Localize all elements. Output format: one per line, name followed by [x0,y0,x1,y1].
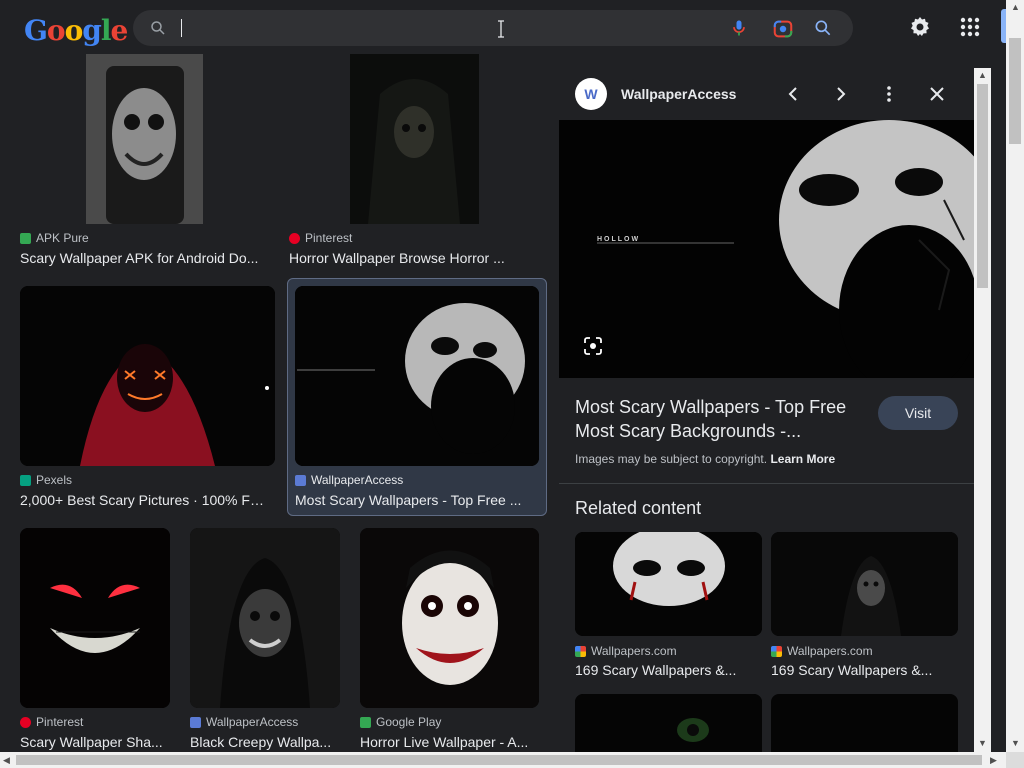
related-source: Wallpapers.com [575,644,677,658]
favicon-icon [771,645,782,657]
scroll-left-icon[interactable]: ◀ [3,755,10,765]
favicon-icon [289,232,300,244]
related-thumb[interactable] [771,694,958,752]
logo-letter: o [64,14,84,47]
preview-panel: W WallpaperAccess HOLLOW Most Scary Wall… [559,68,974,752]
site-avatar[interactable]: W [575,78,607,110]
favicon-icon [295,474,306,486]
search-input[interactable] [179,14,739,42]
result-title-4[interactable]: Most Scary Wallpapers - Top Free ... [295,492,523,508]
result-source-1[interactable]: APK Pure [20,231,89,245]
search-button-icon[interactable] [813,18,833,38]
previous-icon[interactable] [783,84,803,104]
related-source: Wallpapers.com [771,644,873,658]
search-box[interactable] [133,10,853,46]
apps-icon[interactable] [958,15,982,39]
result-source-5[interactable]: Pinterest [20,715,83,729]
scroll-up-icon[interactable]: ▲ [978,70,987,80]
related-title[interactable]: 169 Scary Wallpapers &... [771,662,932,678]
scroll-down-icon[interactable]: ▼ [978,738,987,748]
result-thumb-7[interactable] [360,528,539,708]
next-icon[interactable] [831,84,851,104]
logo-letter: l [100,14,112,47]
lens-icon[interactable] [772,18,794,40]
result-title-6[interactable]: Black Creepy Wallpa... [190,734,335,750]
search-icon [151,21,165,35]
result-source-2[interactable]: Pinterest [289,231,352,245]
ibeam-cursor-icon [498,20,504,38]
scrollbar-corner [1006,752,1024,768]
result-title-7[interactable]: Horror Live Wallpaper - A... [360,734,535,750]
result-title-2[interactable]: Horror Wallpaper Browse Horror ... [289,250,539,266]
related-thumb[interactable] [575,694,762,752]
favicon-icon [20,474,31,486]
result-thumb-1[interactable] [86,54,203,224]
preview-header: W WallpaperAccess [559,68,974,120]
window-scroll-thumb[interactable] [1009,38,1021,144]
result-thumb-3[interactable] [20,286,275,466]
related-thumb[interactable] [575,532,762,636]
close-icon[interactable] [927,84,947,104]
svg-text:W: W [584,86,598,102]
text-cursor [181,19,182,37]
gear-icon[interactable] [908,15,932,39]
logo-letter: G [24,14,48,47]
logo-letter: g [82,14,102,47]
favicon-icon [20,232,31,244]
site-name[interactable]: WallpaperAccess [621,86,736,102]
result-source-7[interactable]: Google Play [360,715,441,729]
logo-letter: e [110,14,129,47]
scroll-down-icon[interactable]: ▼ [1011,738,1020,748]
horizontal-scroll-thumb[interactable] [16,755,982,765]
window-scrollbar[interactable]: ▲ ▼ [1006,0,1024,752]
google-logo[interactable]: Google [24,14,129,48]
favicon-icon [360,716,371,728]
preview-title[interactable]: Most Scary Wallpapers - Top Free Most Sc… [575,395,865,443]
result-thumb-5[interactable] [20,528,170,708]
favicon-icon [575,645,586,657]
related-content-heading: Related content [575,498,702,518]
visit-button[interactable]: Visit [878,396,958,430]
learn-more-link[interactable]: Learn More [770,452,835,466]
more-options-icon[interactable] [879,84,899,104]
result-source-6[interactable]: WallpaperAccess [190,715,298,729]
lens-search-icon[interactable] [583,336,603,356]
logo-letter: o [46,14,66,47]
scroll-up-icon[interactable]: ▲ [1011,2,1020,12]
related-thumb[interactable] [771,532,958,636]
result-source-3[interactable]: Pexels [20,473,72,487]
result-thumb-4[interactable] [295,286,539,466]
result-title-3[interactable]: 2,000+ Best Scary Pictures · 100% Fr... [20,492,265,508]
favicon-icon [190,716,201,728]
mic-icon[interactable] [729,18,749,38]
preview-image[interactable]: HOLLOW [559,120,974,378]
result-title-1[interactable]: Scary Wallpaper APK for Android Do... [20,250,265,266]
scroll-right-icon[interactable]: ▶ [990,755,997,765]
result-thumb-2[interactable] [350,54,479,224]
panel-scrollbar[interactable]: ▲ ▼ [974,68,991,752]
result-source-4[interactable]: WallpaperAccess [295,473,403,487]
related-title[interactable]: 169 Scary Wallpapers &... [575,662,736,678]
panel-scroll-thumb[interactable] [977,84,988,288]
copyright-notice: Images may be subject to copyright. Lear… [575,452,836,466]
favicon-icon [20,716,31,728]
top-bar: Google [0,0,1006,54]
image-caption: HOLLOW [597,236,640,243]
horizontal-scrollbar[interactable]: ◀ ▶ [0,752,1006,768]
image-results: APK Pure Scary Wallpaper APK for Android… [0,54,555,752]
result-thumb-6[interactable] [190,528,340,708]
divider [559,483,974,484]
result-title-5[interactable]: Scary Wallpaper Sha... [20,734,165,750]
